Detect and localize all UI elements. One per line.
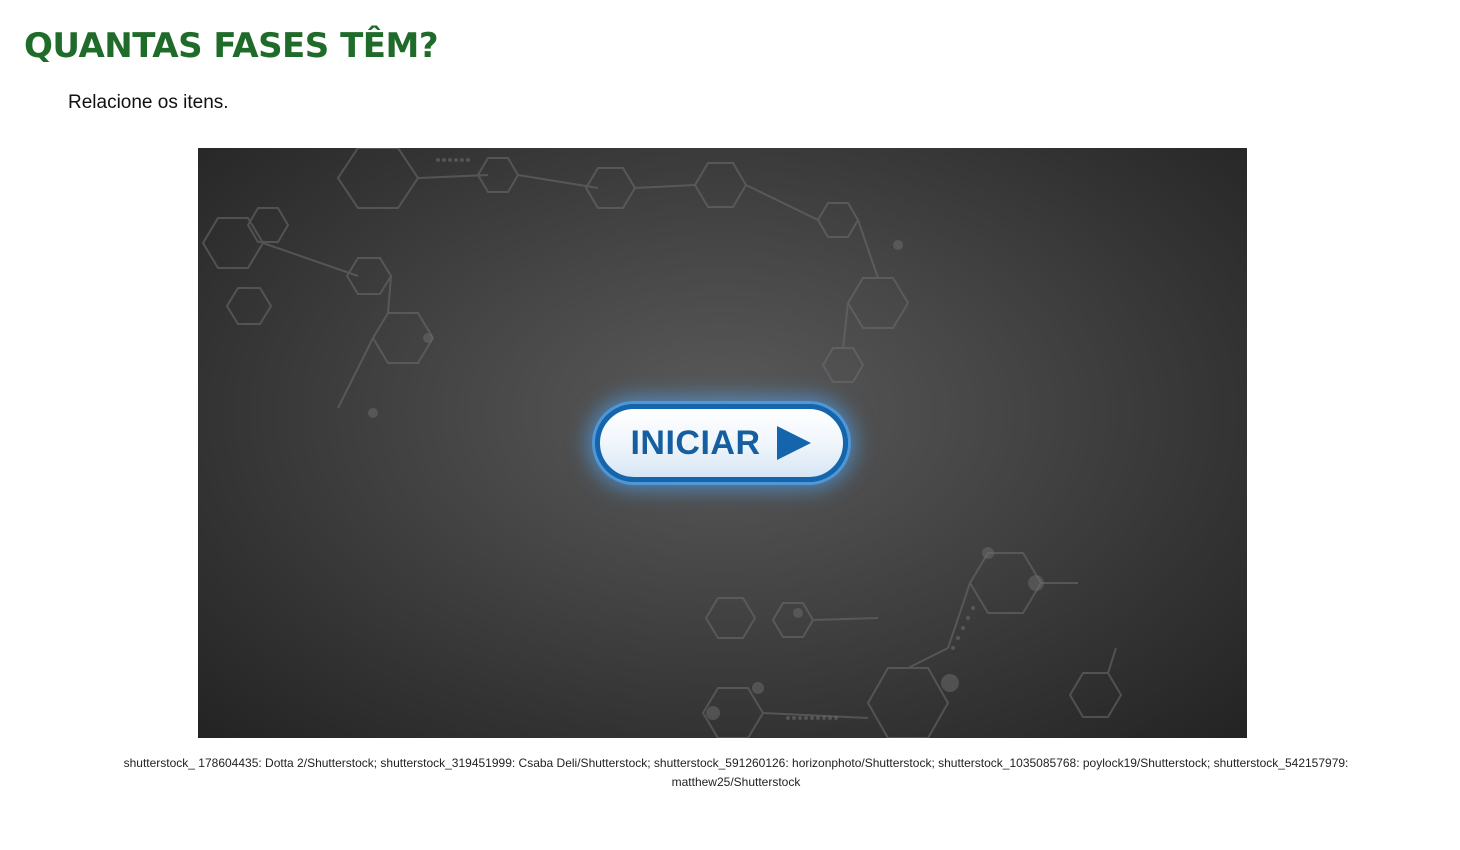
- play-icon: [776, 426, 811, 460]
- image-credits: shutterstock_ 178604435: Dotta 2/Shutter…: [123, 756, 1349, 789]
- instruction-text: Relacione os itens.: [68, 92, 229, 113]
- page-title: QUANTAS FASES TÊM?: [24, 26, 439, 66]
- activity-stage: INICIAR: [198, 148, 1247, 738]
- page: QUANTAS FASES TÊM? Relacione os itens. I…: [0, 0, 1460, 850]
- start-button[interactable]: INICIAR: [595, 404, 848, 482]
- start-button-label: INICIAR: [630, 423, 761, 462]
